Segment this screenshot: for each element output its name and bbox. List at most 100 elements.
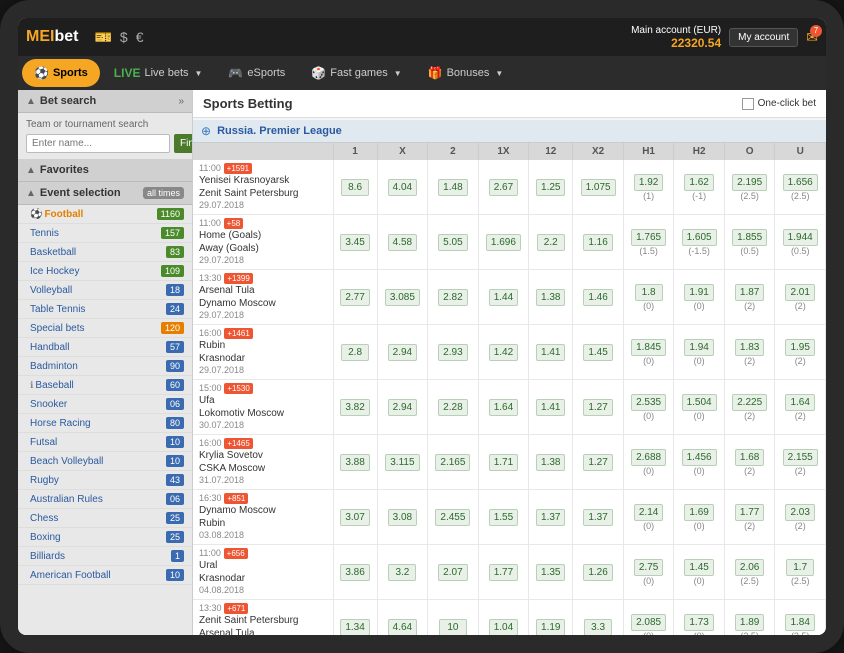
find-button[interactable]: Find bbox=[174, 134, 193, 153]
odd-button[interactable]: 3.085 bbox=[385, 289, 420, 306]
odd-button[interactable]: 1.87 bbox=[735, 284, 764, 301]
odd-button[interactable]: 2.77 bbox=[340, 289, 369, 306]
euro-icon[interactable]: € bbox=[136, 29, 144, 45]
sport-item-special-bets[interactable]: Special bets 120 bbox=[18, 319, 192, 338]
odd-button[interactable]: 2.01 bbox=[785, 284, 814, 301]
odd-button[interactable]: 2.688 bbox=[631, 449, 666, 466]
odd-button[interactable]: 1.656 bbox=[783, 174, 818, 191]
sport-item-baseball[interactable]: ℹBaseball 60 bbox=[18, 376, 192, 395]
odd-button[interactable]: 10 bbox=[439, 619, 467, 636]
odd-button[interactable]: 1.84 bbox=[785, 614, 814, 631]
odd-button[interactable]: 1.68 bbox=[735, 449, 764, 466]
odd-button[interactable]: 1.8 bbox=[635, 284, 663, 301]
coupon-icon[interactable]: 🎫 bbox=[94, 29, 111, 46]
odd-button[interactable]: 3.88 bbox=[340, 454, 369, 471]
sport-item-volleyball[interactable]: Volleyball 18 bbox=[18, 281, 192, 300]
odd-button[interactable]: 3.07 bbox=[340, 509, 369, 526]
odd-button[interactable]: 2.225 bbox=[732, 394, 767, 411]
odd-button[interactable]: 1.7 bbox=[786, 559, 814, 576]
sport-item-american-football[interactable]: American Football 10 bbox=[18, 566, 192, 585]
odd-button[interactable]: 1.48 bbox=[438, 179, 467, 196]
odd-button[interactable]: 2.94 bbox=[388, 344, 417, 361]
odd-button[interactable]: 1.04 bbox=[489, 619, 518, 636]
odd-button[interactable]: 1.41 bbox=[536, 399, 565, 416]
one-click-bet[interactable]: One-click bet bbox=[742, 98, 816, 110]
odd-button[interactable]: 2.535 bbox=[631, 394, 666, 411]
nav-bonuses[interactable]: 🎁 Bonuses ▼ bbox=[416, 59, 516, 87]
odd-button[interactable]: 1.42 bbox=[489, 344, 518, 361]
odd-button[interactable]: 1.46 bbox=[583, 289, 612, 306]
odd-button[interactable]: 2.94 bbox=[388, 399, 417, 416]
event-collapse-icon[interactable]: ▲ bbox=[26, 188, 36, 199]
odd-button[interactable]: 3.82 bbox=[340, 399, 369, 416]
sport-item-horse-racing[interactable]: Horse Racing 80 bbox=[18, 414, 192, 433]
odd-button[interactable]: 2.2 bbox=[537, 234, 565, 251]
sport-item-billiards[interactable]: Billiards 1 bbox=[18, 547, 192, 566]
nav-sports[interactable]: ⚽ Sports bbox=[22, 59, 100, 87]
odd-button[interactable]: 1.55 bbox=[489, 509, 518, 526]
nav-fast-games[interactable]: 🎲 Fast games ▼ bbox=[299, 59, 413, 87]
odd-button[interactable]: 2.03 bbox=[785, 504, 814, 521]
double-arrow-icon[interactable]: » bbox=[178, 96, 184, 107]
odd-button[interactable]: 2.455 bbox=[435, 509, 470, 526]
odd-button[interactable]: 2.67 bbox=[489, 179, 518, 196]
odd-button[interactable]: 1.38 bbox=[536, 289, 565, 306]
sport-item-table-tennis[interactable]: Table Tennis 24 bbox=[18, 300, 192, 319]
odd-button[interactable]: 1.64 bbox=[785, 394, 814, 411]
sport-item-australian-rules[interactable]: Australian Rules 06 bbox=[18, 490, 192, 509]
sport-item-boxing[interactable]: Boxing 25 bbox=[18, 528, 192, 547]
odd-button[interactable]: 1.25 bbox=[536, 179, 565, 196]
odd-button[interactable]: 1.92 bbox=[634, 174, 663, 191]
odd-button[interactable]: 1.27 bbox=[583, 454, 612, 471]
odd-button[interactable]: 1.765 bbox=[631, 229, 666, 246]
odd-button[interactable]: 1.35 bbox=[536, 564, 565, 581]
odd-button[interactable]: 2.75 bbox=[634, 559, 663, 576]
odd-button[interactable]: 3.2 bbox=[388, 564, 416, 581]
collapse-icon[interactable]: ▲ bbox=[26, 96, 36, 107]
favorites-collapse-icon[interactable]: ▲ bbox=[26, 165, 36, 176]
odd-button[interactable]: 1.16 bbox=[583, 234, 612, 251]
odd-button[interactable]: 2.155 bbox=[783, 449, 818, 466]
odd-button[interactable]: 1.37 bbox=[583, 509, 612, 526]
sport-item-handball[interactable]: Handball 57 bbox=[18, 338, 192, 357]
odd-button[interactable]: 1.456 bbox=[682, 449, 717, 466]
dollar-icon[interactable]: $ bbox=[120, 29, 128, 45]
odd-button[interactable]: 2.195 bbox=[732, 174, 767, 191]
odd-button[interactable]: 2.14 bbox=[634, 504, 663, 521]
odd-button[interactable]: 1.73 bbox=[684, 614, 713, 631]
odd-button[interactable]: 2.085 bbox=[631, 614, 666, 631]
odd-button[interactable]: 1.83 bbox=[735, 339, 764, 356]
odd-button[interactable]: 8.6 bbox=[341, 179, 369, 196]
odd-button[interactable]: 5.05 bbox=[438, 234, 467, 251]
odd-button[interactable]: 1.19 bbox=[536, 619, 565, 636]
sport-item-football[interactable]: ⚽Football 1160 bbox=[18, 205, 192, 224]
odd-button[interactable]: 1.27 bbox=[583, 399, 612, 416]
sport-item-tennis[interactable]: Tennis 157 bbox=[18, 224, 192, 243]
sport-item-ice-hockey[interactable]: Ice Hockey 109 bbox=[18, 262, 192, 281]
odd-button[interactable]: 1.37 bbox=[536, 509, 565, 526]
nav-live[interactable]: LIVE Live bets ▼ bbox=[102, 59, 215, 87]
odd-button[interactable]: 2.165 bbox=[435, 454, 470, 471]
odd-button[interactable]: 3.86 bbox=[340, 564, 369, 581]
odd-button[interactable]: 1.94 bbox=[684, 339, 713, 356]
sport-item-rugby[interactable]: Rugby 43 bbox=[18, 471, 192, 490]
odd-button[interactable]: 3.115 bbox=[385, 454, 419, 471]
odd-button[interactable]: 1.075 bbox=[581, 179, 616, 196]
odd-button[interactable]: 1.77 bbox=[489, 564, 518, 581]
one-click-checkbox[interactable] bbox=[742, 98, 754, 110]
odd-button[interactable]: 1.696 bbox=[486, 234, 521, 251]
sport-item-basketball[interactable]: Basketball 83 bbox=[18, 243, 192, 262]
nav-esports[interactable]: 🎮 eSports bbox=[216, 59, 297, 87]
odd-button[interactable]: 1.71 bbox=[489, 454, 518, 471]
odd-button[interactable]: 1.855 bbox=[732, 229, 767, 246]
sport-item-futsal[interactable]: Futsal 10 bbox=[18, 433, 192, 452]
odd-button[interactable]: 3.45 bbox=[340, 234, 369, 251]
odd-button[interactable]: 1.95 bbox=[785, 339, 814, 356]
sport-item-snooker[interactable]: Snooker 06 bbox=[18, 395, 192, 414]
odd-button[interactable]: 1.45 bbox=[684, 559, 713, 576]
odd-button[interactable]: 4.64 bbox=[388, 619, 417, 636]
odd-button[interactable]: 1.69 bbox=[684, 504, 713, 521]
odd-button[interactable]: 2.93 bbox=[438, 344, 467, 361]
odd-button[interactable]: 1.77 bbox=[735, 504, 764, 521]
odd-button[interactable]: 2.82 bbox=[438, 289, 467, 306]
